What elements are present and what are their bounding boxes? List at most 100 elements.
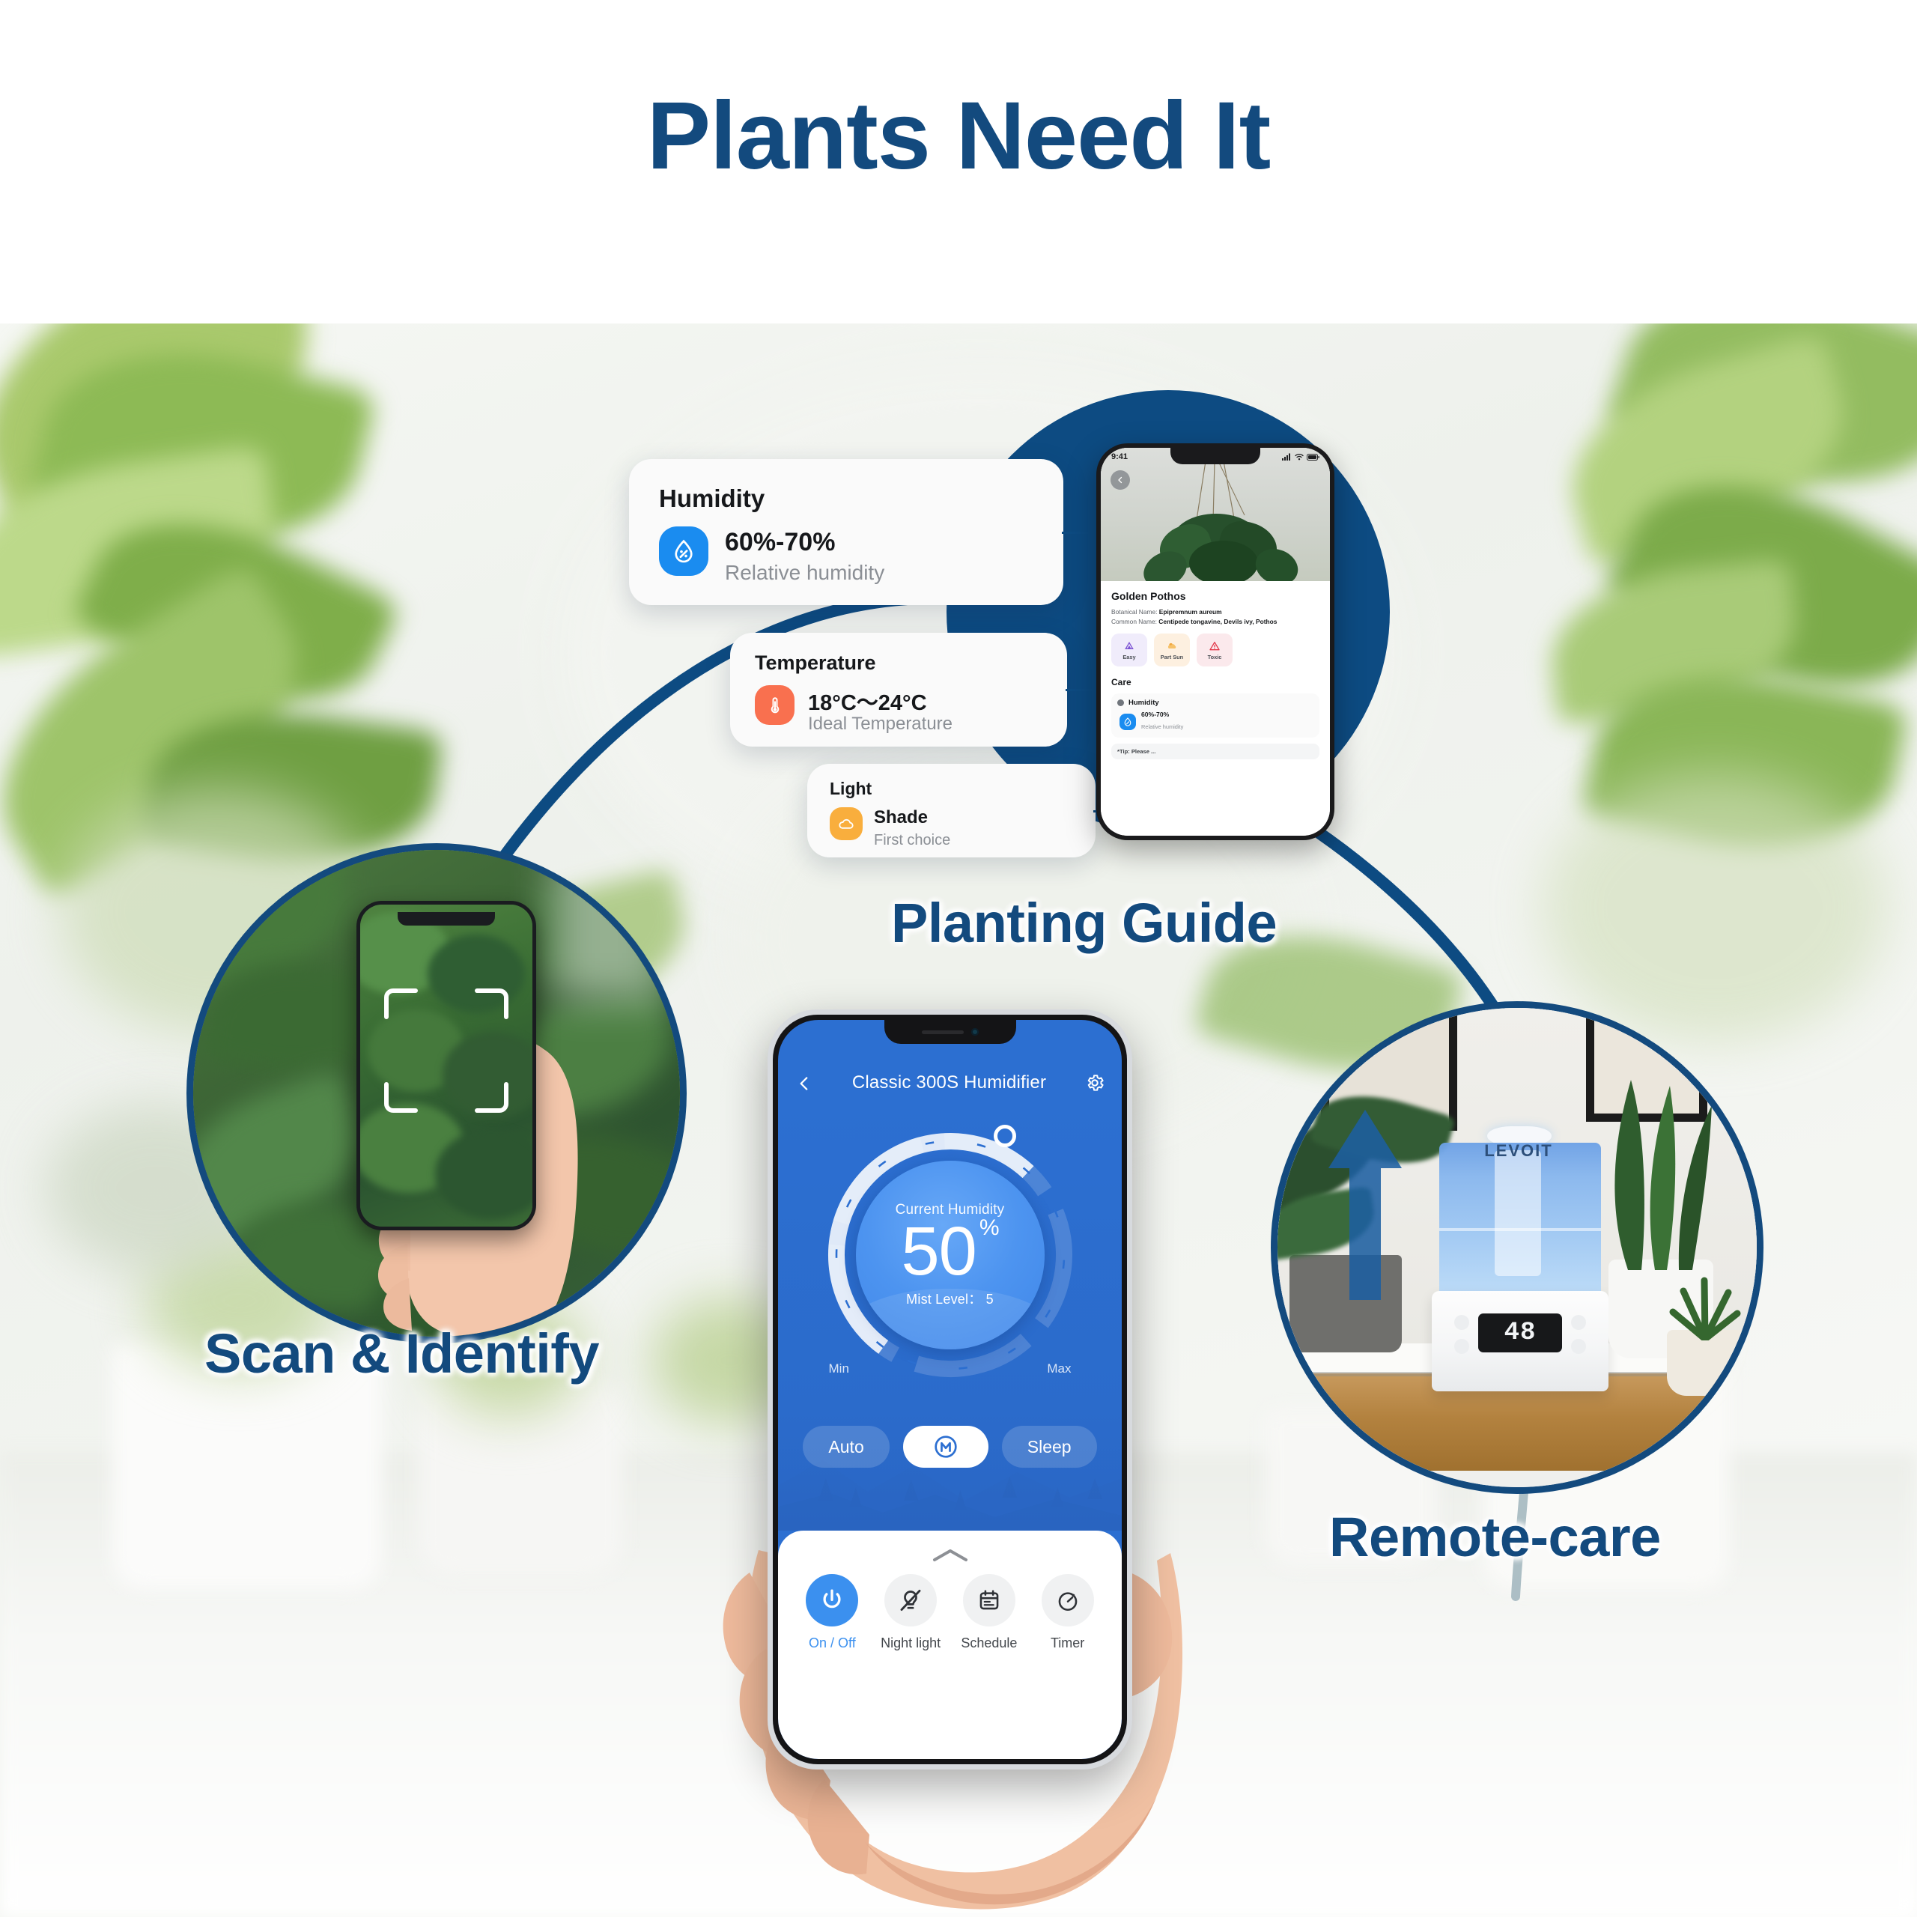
botanical-name-row: Botanical Name: Epipremnum aureum	[1111, 607, 1319, 616]
remote-scene-photo: LEVOIT 48	[1278, 1008, 1757, 1487]
app-title: Classic 300S Humidifier	[851, 1072, 1047, 1093]
scan-identify-circle	[193, 850, 680, 1337]
care-card-title: Temperature	[755, 651, 876, 674]
power-icon	[806, 1574, 859, 1626]
mode-label: Sleep	[1027, 1436, 1072, 1456]
quick-action-label: On / Off	[809, 1635, 856, 1650]
settings-button[interactable]	[1084, 1072, 1105, 1093]
care-card-title: Light	[830, 779, 872, 798]
device-button-1[interactable]	[1454, 1315, 1469, 1330]
quick-action-label: Night light	[881, 1635, 941, 1650]
mist-up-arrow-icon	[1328, 1110, 1402, 1300]
plant-tag-label: Toxic	[1207, 653, 1222, 660]
quick-action-timer[interactable]: Timer	[1032, 1574, 1104, 1651]
dial-min-label: Min	[828, 1361, 849, 1376]
scan-scene-photo	[193, 850, 680, 1337]
scan-phone-notch	[398, 912, 495, 926]
care-bullet-dot	[1117, 699, 1124, 707]
difficulty-icon	[1125, 641, 1134, 649]
device-button-4[interactable]	[1571, 1339, 1586, 1354]
dial-center: Current Humidity 50% Mist Level： 5	[855, 1161, 1045, 1349]
battery-icon	[1307, 453, 1319, 461]
care-tip-text: *Tip: Please ...	[1111, 744, 1319, 760]
quick-action-label: Timer	[1050, 1635, 1085, 1650]
quick-actions: On / Off Night light Schedule Timer	[778, 1574, 1122, 1651]
device-display: 48	[1478, 1313, 1562, 1352]
dial-label: Current Humidity	[895, 1202, 1005, 1218]
section-label-scan-identify: Scan & Identify	[204, 1322, 600, 1385]
dial-knob[interactable]	[993, 1125, 1016, 1147]
quick-action-night-light[interactable]: Night light	[875, 1574, 947, 1651]
toxic-warning-icon	[1209, 641, 1220, 651]
care-card-subtitle: Ideal Temperature	[808, 714, 953, 734]
section-label-planting-guide: Planting Guide	[891, 892, 1278, 954]
calendar-icon	[962, 1574, 1015, 1626]
connector-stub-humidity	[1062, 532, 1101, 534]
header-band: Plants Need It	[0, 0, 1917, 323]
quick-action-label: Schedule	[961, 1635, 1018, 1650]
mode-manual[interactable]	[902, 1426, 988, 1468]
mode-selector: Auto Sleep	[803, 1426, 1097, 1468]
remote-care-circle: LEVOIT 48	[1278, 1008, 1757, 1487]
manual-mode-icon	[935, 1436, 957, 1458]
plant-tag-label: Easy	[1122, 653, 1136, 660]
part-sun-icon	[1167, 643, 1176, 648]
mode-sleep[interactable]: Sleep	[1001, 1426, 1097, 1468]
chevron-left-icon	[1118, 476, 1122, 484]
quick-action-on-off[interactable]: On / Off	[796, 1574, 868, 1651]
dial-max-label: Max	[1047, 1361, 1072, 1376]
chevron-left-icon	[800, 1077, 808, 1090]
mode-label: Auto	[828, 1436, 864, 1456]
levoit-brand: LEVOIT	[1484, 1141, 1553, 1160]
care-card-value: 60%-70%	[725, 528, 836, 556]
botanical-name-value: Epipremnum aureum	[1158, 608, 1222, 616]
care-card-subtitle: First choice	[874, 832, 951, 848]
humidity-dial[interactable]: Current Humidity 50% Mist Level： 5 Min M…	[823, 1125, 1078, 1382]
night-light-off-icon	[884, 1574, 938, 1626]
wifi-icon	[1295, 454, 1304, 461]
plant-name: Golden Pothos	[1111, 590, 1186, 602]
device-button-3[interactable]	[1571, 1315, 1586, 1330]
back-button[interactable]	[795, 1074, 814, 1093]
thermometer-icon	[755, 685, 795, 725]
back-button[interactable]	[1111, 470, 1130, 490]
plant-tag-row: Easy Part Sun Toxic	[1111, 634, 1319, 667]
care-card-temperature: Temperature 18°C～24°C Ideal Temperature	[730, 633, 1067, 747]
humidity-drop-icon	[659, 526, 708, 576]
care-humidity-block: Humidity 60%-70% Relative humidity	[1111, 693, 1319, 738]
humidifier-app-phone: Classic 300S Humidifier Current Humidity…	[768, 1009, 1132, 1770]
succulent-plant	[1669, 1277, 1741, 1340]
care-card-value: 18°C～24°C	[808, 691, 927, 715]
plant-identification-phone: 9:41 Golden Pothos Botanical Name: Epipr…	[1096, 443, 1334, 840]
quick-action-schedule[interactable]: Schedule	[953, 1574, 1025, 1651]
scan-frame-icon	[384, 988, 508, 1113]
plant-tag-easy: Easy	[1111, 634, 1147, 667]
section-label-remote-care: Remote-care	[1329, 1506, 1661, 1568]
snake-plant	[1614, 1080, 1712, 1270]
status-time: 9:41	[1111, 452, 1128, 461]
sheet-handle[interactable]	[778, 1541, 1122, 1574]
mode-auto[interactable]: Auto	[803, 1426, 890, 1468]
care-item-label: Humidity	[1128, 699, 1159, 708]
plant-hero-photo: 9:41	[1101, 448, 1330, 586]
scan-phone	[356, 901, 536, 1230]
common-name-value: Centipede tongavine, Devils ivy, Pothos	[1158, 618, 1278, 626]
app-top-bar: Classic 300S Humidifier	[778, 1020, 1122, 1102]
plant-tag-part-sun: Part Sun	[1154, 634, 1190, 667]
common-name-label: Common Name:	[1111, 618, 1157, 626]
bottom-sheet: On / Off Night light Schedule Timer	[778, 1531, 1122, 1759]
status-bar: 9:41	[1101, 451, 1330, 463]
timer-icon	[1041, 1574, 1094, 1626]
care-section-heading: Care	[1111, 677, 1131, 688]
plant-tag-toxic: Toxic	[1197, 634, 1233, 667]
cloud-shade-icon	[830, 807, 863, 840]
percent-unit: %	[979, 1215, 1000, 1241]
plant-tag-label: Part Sun	[1160, 653, 1184, 660]
device-button-2[interactable]	[1454, 1339, 1469, 1354]
cellular-signal-icon	[1282, 453, 1290, 461]
care-card-title: Humidity	[659, 484, 765, 512]
chevron-up-icon	[932, 1549, 967, 1561]
gear-icon	[1087, 1075, 1104, 1091]
care-card-subtitle: Relative humidity	[725, 561, 885, 584]
care-item-subtitle: Relative humidity	[1141, 723, 1184, 731]
